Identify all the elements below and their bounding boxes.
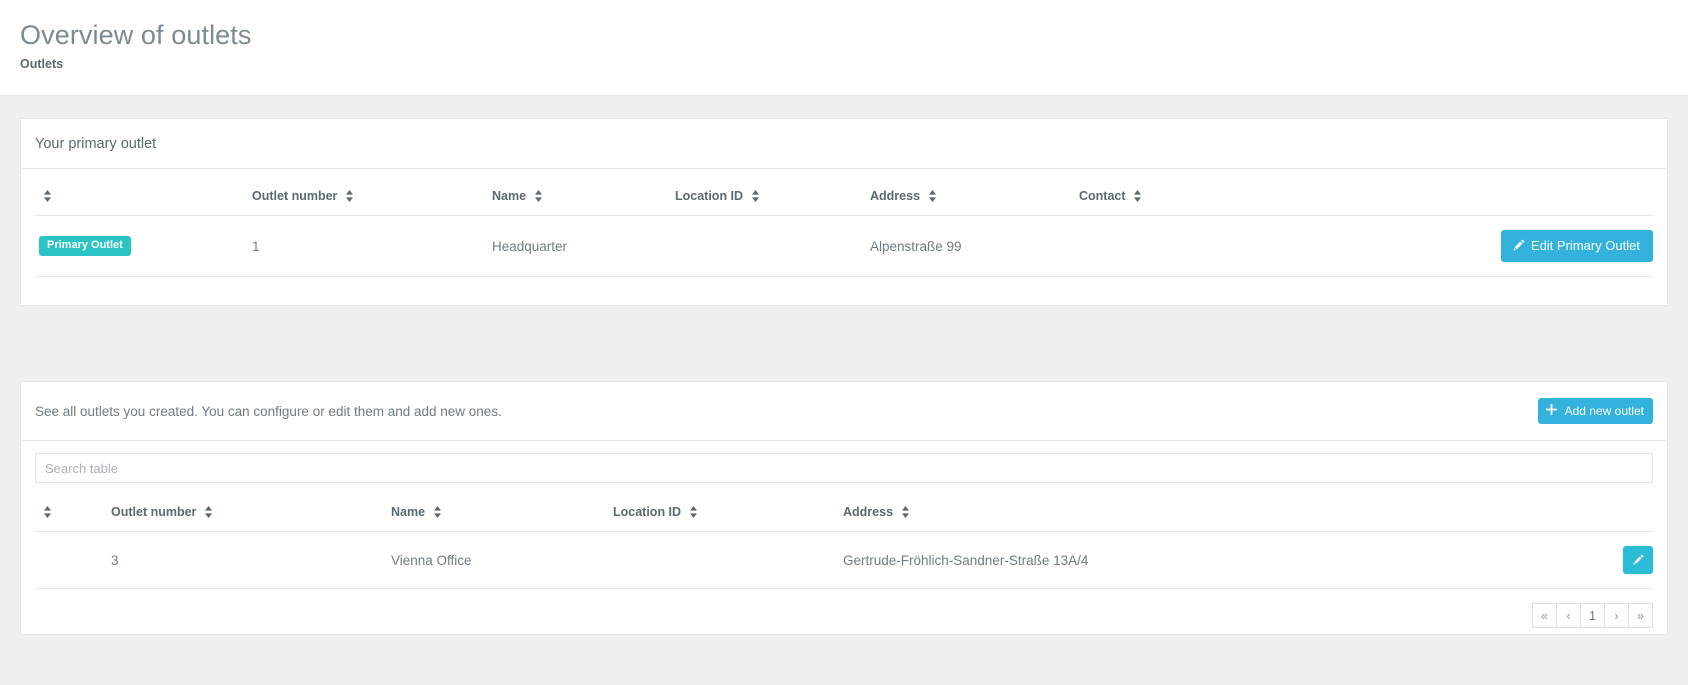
breadcrumb: Outlets <box>20 57 64 71</box>
pencil-icon <box>1512 239 1525 252</box>
plus-icon <box>1545 404 1559 417</box>
column-header-actions <box>1390 179 1653 216</box>
sort-icon[interactable] <box>928 189 937 202</box>
column-header-badge[interactable] <box>35 179 248 216</box>
outlets-card: See all outlets you created. You can con… <box>20 381 1668 635</box>
primary-outlet-table: Outlet number Name Location ID Address C… <box>35 179 1653 277</box>
column-header-address[interactable]: Address <box>866 179 1075 216</box>
table-row: 3 Vienna Office Gertrude-Fröhlich-Sandne… <box>35 531 1653 589</box>
pencil-icon <box>1632 554 1645 567</box>
column-header-actions <box>1439 495 1653 532</box>
primary-outlet-table-header-row: Outlet number Name Location ID Address C… <box>35 179 1653 216</box>
cell-location-id <box>671 215 866 277</box>
column-label: Outlet number <box>252 189 338 203</box>
cell-name: Headquarter <box>488 215 671 277</box>
add-new-outlet-label: Add new outlet <box>1564 403 1644 418</box>
page-title: Overview of outlets <box>20 20 252 50</box>
page-root: Overview of outlets Outlets Your primary… <box>0 0 1688 685</box>
sort-icon[interactable] <box>534 189 543 202</box>
column-label: Outlet number <box>111 505 197 519</box>
sort-icon[interactable] <box>751 189 760 202</box>
spacer-above-primary-card <box>0 96 1688 118</box>
column-label: Location ID <box>613 505 682 519</box>
column-header-address[interactable]: Address <box>839 495 1439 532</box>
column-label: Name <box>391 505 426 519</box>
outlets-table-header-row: Outlet number Name Location ID Address <box>35 495 1653 532</box>
sort-icon[interactable] <box>204 505 213 518</box>
outlets-table: Outlet number Name Location ID Address 3… <box>35 495 1653 589</box>
column-header-location-id[interactable]: Location ID <box>609 495 839 532</box>
column-label: Location ID <box>675 189 744 203</box>
primary-outlet-card-body: Outlet number Name Location ID Address C… <box>21 169 1667 305</box>
cell-outlet-number: 3 <box>107 531 387 589</box>
cell-actions: Edit Primary Outlet <box>1390 215 1653 277</box>
outlets-card-intro-row: See all outlets you created. You can con… <box>21 382 1667 441</box>
cell-location-id <box>609 531 839 589</box>
cell-address: Alpenstraße 99 <box>866 215 1075 277</box>
column-header-location-id[interactable]: Location ID <box>671 179 866 216</box>
pagination-last[interactable]: » <box>1628 603 1653 628</box>
sort-icon[interactable] <box>433 505 442 518</box>
pagination-first[interactable]: « <box>1532 603 1557 628</box>
cell-address: Gertrude-Fröhlich-Sandner-Straße 13A/4 <box>839 531 1439 589</box>
column-label: Address <box>870 189 921 203</box>
primary-outlet-card-title: Your primary outlet <box>21 119 1667 169</box>
pagination-prev[interactable]: ‹ <box>1556 603 1581 628</box>
column-header-contact[interactable]: Contact <box>1075 179 1390 216</box>
primary-outlet-card: Your primary outlet Outlet number Name L… <box>20 118 1668 306</box>
cell-contact <box>1075 215 1390 277</box>
pagination-next[interactable]: › <box>1604 603 1629 628</box>
cell-select <box>35 531 107 589</box>
edit-primary-outlet-label: Edit Primary Outlet <box>1530 238 1640 253</box>
column-header-select[interactable] <box>35 495 107 532</box>
sort-icon[interactable] <box>1133 189 1142 202</box>
table-row: Primary Outlet 1 Headquarter Alpenstraße… <box>35 215 1653 277</box>
sort-icon[interactable] <box>901 505 910 518</box>
edit-outlet-button[interactable] <box>1623 546 1653 574</box>
column-header-name[interactable]: Name <box>387 495 609 532</box>
edit-primary-outlet-button[interactable]: Edit Primary Outlet <box>1500 230 1653 262</box>
search-input[interactable] <box>35 453 1653 483</box>
column-header-outlet-number[interactable]: Outlet number <box>107 495 387 532</box>
add-new-outlet-button[interactable]: Add new outlet <box>1537 398 1653 424</box>
pagination: « ‹ 1 › » <box>21 589 1667 634</box>
cell-badge: Primary Outlet <box>35 215 248 277</box>
page-header: Overview of outlets Outlets <box>0 0 1688 96</box>
column-label: Address <box>843 505 894 519</box>
sort-icon[interactable] <box>43 505 52 518</box>
cell-outlet-number: 1 <box>248 215 488 277</box>
sort-icon[interactable] <box>43 189 52 202</box>
sort-icon[interactable] <box>689 505 698 518</box>
column-header-name[interactable]: Name <box>488 179 671 216</box>
pagination-page-1[interactable]: 1 <box>1580 603 1605 628</box>
column-header-outlet-number[interactable]: Outlet number <box>248 179 488 216</box>
spacer-between-cards <box>0 306 1688 381</box>
outlets-table-container: Outlet number Name Location ID Address 3… <box>21 483 1667 589</box>
column-label: Name <box>492 189 527 203</box>
outlets-intro-text: See all outlets you created. You can con… <box>35 403 502 419</box>
status-badge: Primary Outlet <box>39 236 131 256</box>
search-container <box>21 441 1667 483</box>
cell-name: Vienna Office <box>387 531 609 589</box>
sort-icon[interactable] <box>345 189 354 202</box>
cell-actions <box>1439 531 1653 589</box>
column-label: Contact <box>1079 189 1126 203</box>
